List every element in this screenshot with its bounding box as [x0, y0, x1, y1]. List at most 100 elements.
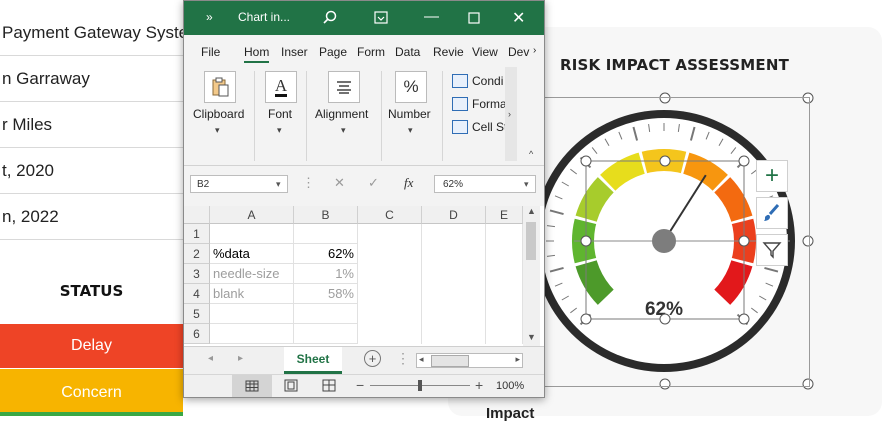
zoom-slider-thumb[interactable] [418, 380, 422, 391]
tabs-scroll-right-icon[interactable]: › [533, 45, 536, 56]
project-name-cell: Payment Gateway Syste [2, 22, 189, 42]
cell-b4[interactable]: 58% [294, 284, 358, 304]
horizontal-scrollbar[interactable]: ◂ ▸ [416, 353, 523, 368]
maximize-icon[interactable] [468, 12, 480, 24]
format-as-table-button[interactable]: Forma [452, 97, 507, 111]
clipboard-group-label[interactable]: Clipboard [193, 107, 244, 121]
chevron-down-icon[interactable]: ▾ [277, 125, 282, 136]
cell-a1[interactable] [210, 224, 294, 244]
column-header[interactable]: B [294, 206, 358, 224]
tab-developer[interactable]: Dev [508, 45, 529, 59]
row-header[interactable]: 5 [184, 304, 210, 324]
chevron-up-icon[interactable]: ^ [529, 149, 533, 159]
column-header[interactable]: D [422, 206, 486, 224]
tab-review[interactable]: Revie [433, 45, 464, 59]
row-header[interactable]: 6 [184, 324, 210, 344]
cell-a4[interactable]: blank [210, 284, 294, 304]
tab-page-layout[interactable]: Page [319, 45, 347, 59]
risk-panel-title: RISK IMPACT ASSESSMENT [560, 56, 790, 74]
more-icon: ⋮ [302, 175, 315, 190]
tab-formulas[interactable]: Form [357, 45, 385, 59]
window-title: Chart in... [238, 10, 291, 24]
chevron-up-icon[interactable]: ▲ [527, 206, 536, 216]
column-d-cells[interactable] [422, 224, 486, 344]
number-format-button[interactable]: % [395, 71, 427, 103]
cell-a3[interactable]: needle-size [210, 264, 294, 284]
select-all-corner[interactable] [184, 206, 210, 224]
paste-button[interactable] [204, 71, 236, 103]
tab-data[interactable]: Data [395, 45, 420, 59]
row-header[interactable]: 2 [184, 244, 210, 264]
row-header[interactable]: 4 [184, 284, 210, 304]
column-c-cells[interactable] [358, 224, 422, 344]
ribbon-divider [442, 71, 443, 161]
row-header[interactable]: 1 [184, 224, 210, 244]
cancel-icon[interactable]: ✕ [334, 175, 345, 191]
font-color-icon: A [274, 75, 288, 97]
column-header[interactable]: A [210, 206, 294, 224]
tab-view[interactable]: View [472, 45, 498, 59]
chart-elements-button[interactable]: + [756, 160, 788, 192]
minimize-icon[interactable]: — [424, 8, 439, 25]
tab-home[interactable]: Hom [244, 45, 270, 63]
alignment-group-label[interactable]: Alignment [315, 107, 368, 121]
search-icon[interactable] [322, 10, 338, 26]
column-header[interactable]: E [486, 206, 523, 224]
chevron-down-icon[interactable]: ▾ [524, 179, 529, 190]
close-icon[interactable]: ✕ [512, 8, 525, 28]
cell-b6[interactable] [294, 324, 358, 344]
cell-b1[interactable] [294, 224, 358, 244]
chevron-right-icon[interactable]: › [508, 109, 511, 119]
scroll-thumb[interactable] [431, 355, 469, 367]
name-box[interactable]: B2 [190, 175, 288, 193]
cell-b2[interactable]: 62% [294, 244, 358, 264]
chevron-left-icon[interactable]: ◂ [419, 354, 424, 365]
insert-function-icon[interactable]: fx [404, 175, 413, 191]
column-e-cells[interactable] [486, 224, 523, 344]
enter-icon[interactable]: ✓ [368, 175, 379, 191]
add-sheet-icon[interactable]: + [364, 350, 381, 367]
project-manager-cell: n Garraway [2, 68, 90, 88]
cell-styles-button[interactable]: Cell St [452, 120, 507, 134]
number-group-label[interactable]: Number [388, 107, 431, 121]
zoom-in-icon[interactable]: + [475, 377, 483, 393]
chevron-down-icon[interactable]: ▾ [276, 179, 281, 190]
scroll-thumb[interactable] [526, 222, 536, 260]
row-header[interactable]: 3 [184, 264, 210, 284]
vertical-scrollbar[interactable]: ▲ ▼ [523, 206, 540, 346]
cell-b3[interactable]: 1% [294, 264, 358, 284]
cell-a2[interactable]: %data [210, 244, 294, 264]
ribbon-display-icon[interactable] [374, 11, 388, 24]
qat-more-icon[interactable]: » [206, 10, 213, 24]
formula-input[interactable]: 62% [434, 175, 536, 193]
chevron-right-icon[interactable]: ▸ [238, 353, 243, 364]
page-layout-view-button[interactable] [284, 379, 298, 397]
chevron-down-icon[interactable]: ▾ [408, 125, 413, 136]
page-break-view-button[interactable] [322, 379, 336, 397]
ribbon-scrollbar[interactable] [505, 67, 517, 161]
normal-view-button[interactable] [232, 375, 272, 397]
chevron-down-icon[interactable]: ▼ [527, 332, 536, 342]
column-header[interactable]: C [358, 206, 422, 224]
chevron-right-icon[interactable]: ▸ [515, 354, 520, 365]
chart-styles-button[interactable] [756, 197, 788, 229]
cell-a5[interactable] [210, 304, 294, 324]
font-button[interactable]: A [265, 71, 297, 103]
font-group-label[interactable]: Font [268, 107, 292, 121]
chevron-left-icon[interactable]: ◂ [208, 353, 213, 364]
clipboard-icon [212, 77, 229, 97]
chevron-down-icon[interactable]: ▾ [341, 125, 346, 136]
cell-b5[interactable] [294, 304, 358, 324]
conditional-formatting-button[interactable]: Condi [452, 74, 503, 88]
zoom-out-icon[interactable]: − [356, 377, 364, 393]
chart-filters-button[interactable] [756, 234, 788, 266]
zoom-level[interactable]: 100% [496, 380, 524, 392]
worksheet-grid[interactable]: A B C D E 1 2 3 4 5 6 %data 62% needle-s… [184, 206, 544, 346]
alignment-button[interactable] [328, 71, 360, 103]
tab-insert[interactable]: Inser [281, 45, 308, 59]
cell-a6[interactable] [210, 324, 294, 344]
chevron-down-icon[interactable]: ▾ [215, 125, 220, 136]
tab-file[interactable]: File [201, 45, 220, 59]
tab-sheet[interactable]: Sheet [284, 347, 342, 374]
page-break-icon [322, 379, 336, 392]
